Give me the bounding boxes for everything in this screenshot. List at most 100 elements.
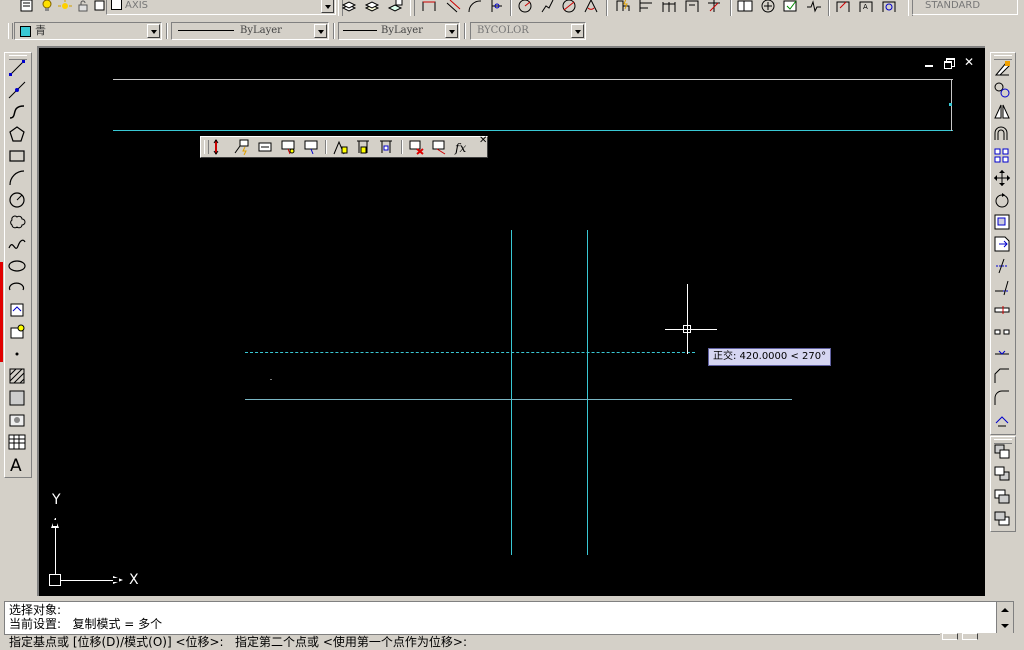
polygon-icon[interactable] bbox=[8, 125, 26, 143]
minimize-icon[interactable] bbox=[925, 59, 934, 67]
erase-icon[interactable] bbox=[993, 59, 1011, 77]
inspection-icon[interactable] bbox=[782, 0, 800, 15]
quick-leader-icon[interactable] bbox=[233, 138, 251, 156]
multiline-text-icon[interactable]: A bbox=[8, 455, 26, 476]
dim-diameter-icon[interactable] bbox=[560, 0, 578, 15]
dim-linear-icon[interactable] bbox=[420, 0, 438, 15]
text-style-dropdown[interactable]: STANDARD bbox=[912, 0, 1018, 15]
dim-continue-icon[interactable] bbox=[660, 0, 678, 15]
center-mark-icon[interactable] bbox=[759, 0, 777, 15]
ellipse-icon[interactable] bbox=[8, 257, 26, 275]
send-to-back-icon[interactable] bbox=[993, 465, 1011, 483]
arc-icon[interactable] bbox=[8, 169, 26, 187]
vertical-axis-line-1[interactable] bbox=[511, 230, 512, 555]
color-dropdown[interactable]: 青 bbox=[14, 22, 162, 40]
close-icon[interactable]: ✕ bbox=[964, 56, 974, 68]
dim-edit-icon[interactable] bbox=[834, 0, 852, 15]
rotate-icon[interactable] bbox=[993, 191, 1011, 209]
circle-icon[interactable] bbox=[8, 191, 26, 209]
plotstyle-dropdown[interactable]: BYCOLOR bbox=[470, 22, 586, 40]
scroll-down-icon[interactable] bbox=[1001, 624, 1009, 628]
vertical-axis-line-2[interactable] bbox=[587, 230, 588, 555]
quick-dimension-icon[interactable] bbox=[614, 0, 632, 15]
dashed-preview-line[interactable] bbox=[245, 352, 695, 353]
make-layer-current-icon[interactable] bbox=[340, 0, 358, 15]
scroll-up-icon[interactable] bbox=[1001, 608, 1009, 612]
scroll-left-icon[interactable] bbox=[942, 633, 958, 640]
chevron-down-icon[interactable] bbox=[321, 0, 334, 13]
dim-space-icon[interactable] bbox=[683, 0, 701, 15]
trim-icon[interactable] bbox=[993, 257, 1011, 275]
dim-aligned-icon[interactable] bbox=[444, 0, 462, 15]
restore-icon[interactable] bbox=[944, 58, 955, 69]
revision-cloud-icon[interactable] bbox=[8, 213, 26, 231]
chevron-down-icon[interactable] bbox=[445, 24, 458, 38]
layer-states-icon[interactable] bbox=[386, 0, 404, 15]
make-block-icon[interactable] bbox=[8, 323, 26, 341]
layer-properties-icon[interactable] bbox=[18, 0, 36, 15]
bring-to-front-icon[interactable] bbox=[993, 443, 1011, 461]
rectangle-icon[interactable] bbox=[8, 147, 26, 165]
scroll-right-icon[interactable] bbox=[962, 633, 978, 640]
delete-attribute-icon[interactable] bbox=[407, 138, 425, 156]
move-icon[interactable] bbox=[993, 169, 1011, 187]
scale-icon[interactable] bbox=[993, 213, 1011, 231]
edit-attribute-icon[interactable] bbox=[430, 138, 448, 156]
drawing-canvas[interactable]: ✕ 正交: 420.0000 < 270° Y X bbox=[37, 46, 985, 596]
layer-lock-icon[interactable] bbox=[74, 0, 92, 15]
chamfer-icon[interactable] bbox=[993, 367, 1011, 385]
command-scrollbar[interactable] bbox=[996, 602, 1013, 634]
region-icon[interactable] bbox=[8, 411, 26, 429]
dim-style-icon[interactable] bbox=[211, 138, 229, 156]
mleader-add-icon[interactable] bbox=[279, 138, 297, 156]
dim-update-icon[interactable] bbox=[880, 0, 898, 15]
polyline-icon[interactable] bbox=[8, 103, 26, 121]
tolerance-icon[interactable] bbox=[736, 0, 754, 15]
line-icon[interactable] bbox=[8, 59, 26, 77]
point-icon[interactable] bbox=[8, 345, 26, 363]
layer-previous-icon[interactable] bbox=[363, 0, 381, 15]
chevron-down-icon[interactable] bbox=[147, 24, 160, 38]
dim-ordinate-icon[interactable] bbox=[488, 0, 506, 15]
mleader-remove-icon[interactable] bbox=[302, 138, 320, 156]
top-rectangle-bottom-edge[interactable] bbox=[113, 130, 953, 131]
block-editor-icon[interactable] bbox=[377, 138, 395, 156]
break-at-point-icon[interactable] bbox=[993, 301, 1011, 319]
copy-icon[interactable] bbox=[993, 81, 1011, 99]
gradient-icon[interactable] bbox=[8, 389, 26, 407]
dim-jogged-icon[interactable] bbox=[538, 0, 556, 15]
ellipse-arc-icon[interactable] bbox=[8, 279, 26, 297]
bring-above-icon[interactable] bbox=[993, 487, 1011, 505]
table-icon[interactable] bbox=[8, 433, 26, 451]
dim-angular-icon[interactable] bbox=[582, 0, 600, 15]
toolbar-grip[interactable] bbox=[410, 0, 415, 16]
leader-text-icon[interactable] bbox=[256, 138, 274, 156]
chevron-down-icon[interactable] bbox=[314, 24, 327, 38]
dim-radius-icon[interactable] bbox=[516, 0, 534, 15]
dim-break-icon[interactable] bbox=[705, 0, 723, 15]
dim-text-edit-icon[interactable]: A bbox=[857, 0, 875, 15]
linetype-dropdown[interactable]: ByLayer bbox=[171, 22, 329, 40]
insert-block-icon[interactable] bbox=[8, 301, 26, 319]
offset-icon[interactable] bbox=[993, 125, 1011, 143]
command-line-window[interactable]: 选择对象: 当前设置: 复制模式 = 多个 指定基点或 [位移(D)/模式(O)… bbox=[4, 601, 1014, 649]
fillet-icon[interactable] bbox=[993, 389, 1011, 407]
close-icon[interactable]: ✕ bbox=[479, 135, 487, 146]
lineweight-dropdown[interactable]: ByLayer bbox=[338, 22, 460, 40]
construction-line-icon[interactable] bbox=[8, 81, 26, 99]
jogged-linear-icon[interactable] bbox=[805, 0, 823, 15]
dim-arc-length-icon[interactable] bbox=[466, 0, 484, 15]
horizontal-axis-line[interactable] bbox=[245, 399, 792, 400]
mirror-icon[interactable] bbox=[993, 103, 1011, 121]
layer-dropdown[interactable]: AXIS bbox=[106, 0, 336, 15]
attribute-define-icon[interactable] bbox=[331, 138, 349, 156]
extend-icon[interactable] bbox=[993, 279, 1011, 297]
dim-baseline-icon[interactable] bbox=[637, 0, 655, 15]
array-icon[interactable] bbox=[993, 147, 1011, 165]
spline-icon[interactable] bbox=[8, 235, 26, 253]
top-rectangle-top-edge[interactable] bbox=[113, 79, 953, 80]
break-icon[interactable] bbox=[993, 323, 1011, 341]
stretch-icon[interactable] bbox=[993, 235, 1011, 253]
join-icon[interactable] bbox=[993, 345, 1011, 363]
toolbar-grip[interactable] bbox=[204, 140, 209, 154]
